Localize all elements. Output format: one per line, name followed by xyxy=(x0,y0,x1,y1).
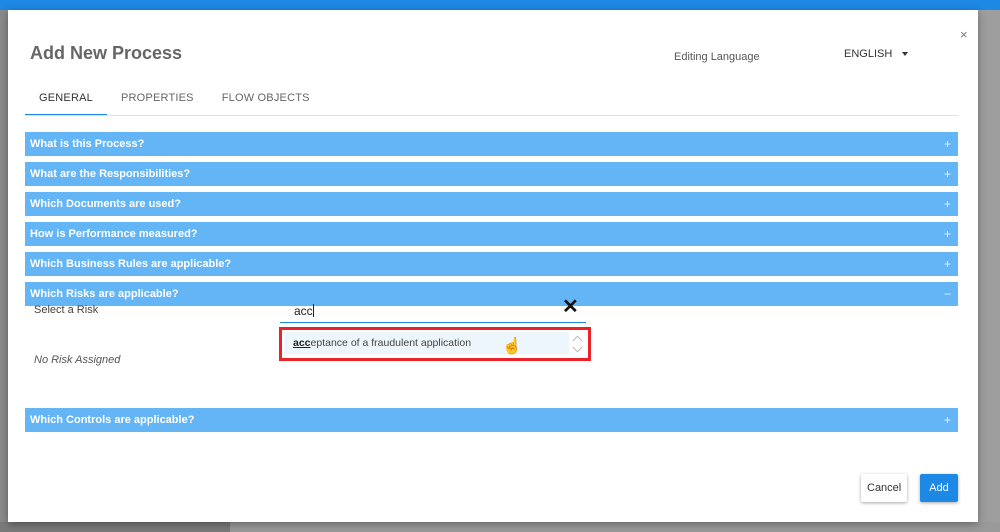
background-app-header xyxy=(0,0,1000,10)
section-what-is-process[interactable]: What is this Process? + xyxy=(25,132,958,156)
expand-icon: + xyxy=(943,167,951,181)
chevron-down-icon[interactable] xyxy=(572,342,583,353)
section-title: What are the Responsibilities? xyxy=(30,168,191,180)
select-risk-label: Select a Risk xyxy=(34,304,99,316)
section-business-rules[interactable]: Which Business Rules are applicable? + xyxy=(25,252,958,276)
expand-icon: + xyxy=(943,413,951,427)
section-title: Which Risks are applicable? xyxy=(30,288,179,300)
background-app-content xyxy=(978,10,1000,532)
editing-language-label: Editing Language xyxy=(674,51,760,63)
no-risk-assigned-text: No Risk Assigned xyxy=(34,354,121,366)
tab-flow-objects[interactable]: FLOW OBJECTS xyxy=(208,90,324,116)
dialog-title: Add New Process xyxy=(30,43,183,63)
risk-suggestion-dropdown: acceptance of a fraudulent application xyxy=(279,327,591,361)
suggestion-match: acc xyxy=(293,337,311,349)
dropdown-scrollbar[interactable] xyxy=(571,332,585,354)
risk-search-value: acc xyxy=(294,304,313,318)
section-title: How is Performance measured? xyxy=(30,228,198,240)
tab-general[interactable]: GENERAL xyxy=(25,90,107,116)
clear-icon[interactable]: ✕ xyxy=(562,297,579,317)
risk-search-input[interactable]: acc xyxy=(280,300,586,323)
section-title: What is this Process? xyxy=(30,138,145,150)
suggestion-item[interactable]: acceptance of a fraudulent application xyxy=(284,332,569,354)
expand-icon: + xyxy=(943,257,951,271)
tab-bar: GENERAL PROPERTIES FLOW OBJECTS xyxy=(25,90,324,116)
section-title: Which Controls are applicable? xyxy=(30,414,195,426)
section-documents[interactable]: Which Documents are used? + xyxy=(25,192,958,216)
language-value: ENGLISH xyxy=(844,48,893,60)
expand-icon: + xyxy=(943,137,951,151)
section-controls[interactable]: Which Controls are applicable? + xyxy=(25,408,958,432)
section-performance[interactable]: How is Performance measured? + xyxy=(25,222,958,246)
tab-divider xyxy=(25,115,958,116)
suggestion-rest: eptance of a fraudulent application xyxy=(310,337,472,349)
expand-icon: + xyxy=(943,197,951,211)
tab-properties[interactable]: PROPERTIES xyxy=(107,90,208,116)
section-responsibilities[interactable]: What are the Responsibilities? + xyxy=(25,162,958,186)
section-title: Which Documents are used? xyxy=(30,198,181,210)
language-select[interactable]: ENGLISH xyxy=(844,48,909,60)
text-cursor xyxy=(312,304,314,317)
collapse-icon: − xyxy=(943,287,951,301)
cancel-button[interactable]: Cancel xyxy=(861,474,907,502)
expand-icon: + xyxy=(943,227,951,241)
add-button[interactable]: Add xyxy=(920,474,958,502)
hand-pointer-icon: ☝ xyxy=(502,338,522,355)
background-app-panel xyxy=(230,522,1000,532)
section-title: Which Business Rules are applicable? xyxy=(30,258,232,270)
close-icon[interactable]: × xyxy=(960,27,968,42)
caret-down-icon xyxy=(902,52,909,56)
